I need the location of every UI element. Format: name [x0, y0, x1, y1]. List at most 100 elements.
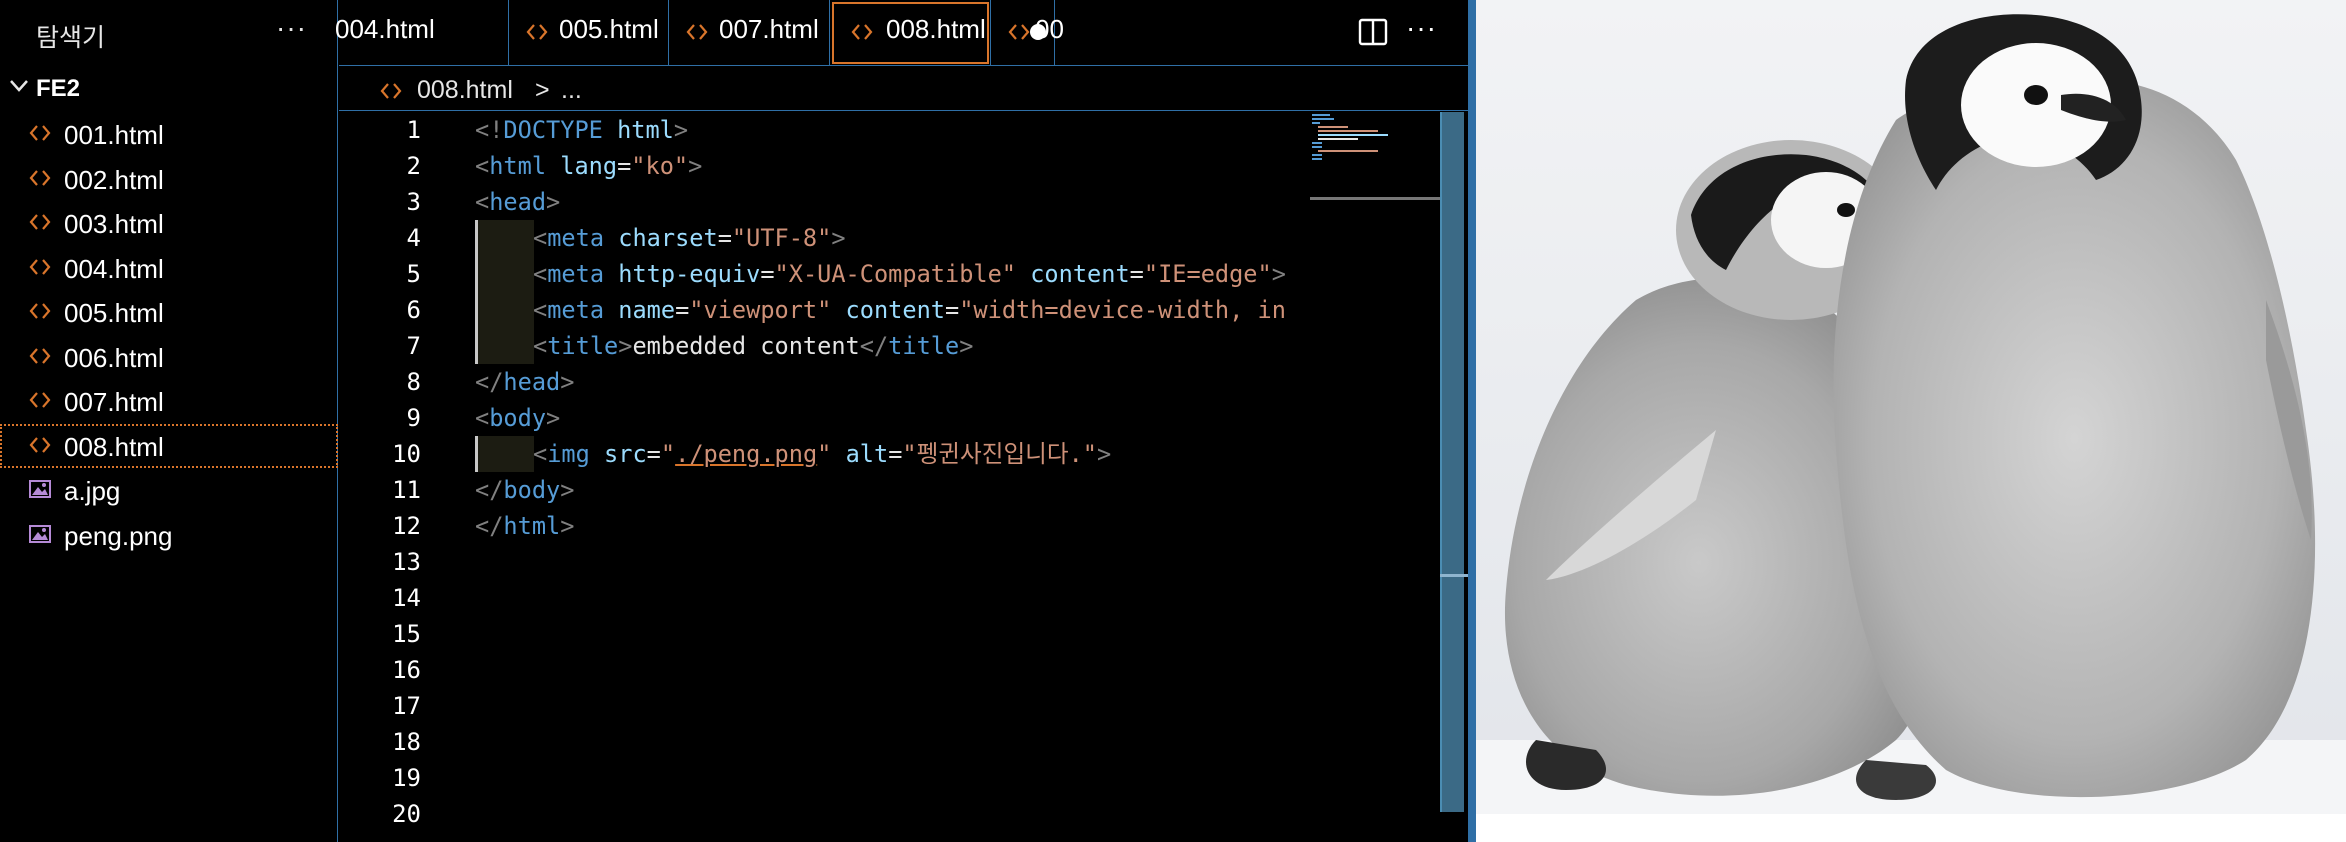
code-token: "IE=edge"	[1143, 260, 1272, 288]
code-line-10: <img src="./peng.png" alt="펭귄사진입니다.">	[533, 436, 1111, 472]
code-token: "ko"	[631, 152, 689, 180]
tab-label: 004.html	[335, 14, 435, 44]
code-file-link[interactable]: ./peng.png	[675, 440, 817, 468]
code-line-12: </html>	[475, 508, 574, 544]
file-item-005-html[interactable]: 005.html	[0, 290, 338, 335]
breadcrumb-file[interactable]: 008.html	[417, 76, 513, 105]
code-token: body	[489, 404, 547, 432]
file-item-003-html[interactable]: 003.html	[0, 201, 338, 246]
code-token: html	[602, 116, 674, 144]
code-line-3: <head>	[475, 184, 560, 220]
code-line-2: <html lang="ko">	[475, 148, 702, 184]
code-token: <	[533, 440, 548, 468]
code-token: >	[560, 368, 575, 396]
file-item-004-html[interactable]: 004.html	[0, 246, 338, 291]
code-token: </	[475, 368, 504, 396]
image-file-icon	[29, 524, 51, 543]
code-token: src	[589, 440, 647, 468]
code-token: >	[546, 188, 561, 216]
code-token: "펭귄사진입니다."	[902, 440, 1097, 468]
html-file-icon	[29, 125, 51, 141]
html-file-icon	[29, 392, 51, 408]
code-token: DOCTYPE	[503, 116, 603, 144]
code-token: <	[533, 224, 548, 252]
ellipsis-icon[interactable]: ···	[276, 12, 307, 44]
ellipsis-icon[interactable]: ···	[1406, 12, 1437, 44]
code-token: img	[547, 440, 590, 468]
indent-guide	[475, 220, 478, 364]
tab-004-html[interactable]: 004.html	[335, 0, 509, 66]
tab-008-html[interactable]: 008.html	[830, 0, 1046, 66]
folder-fe2[interactable]: FE2	[0, 70, 338, 110]
file-name: 007.html	[64, 387, 164, 417]
html-file-icon	[526, 24, 548, 40]
explorer-sidebar: 탐색기 ··· FE2 001.html 002.html 003.html 004.…	[0, 0, 338, 842]
code-token: >	[1096, 440, 1112, 468]
file-item-002-html[interactable]: 002.html	[0, 157, 338, 202]
code-token: <	[533, 260, 548, 288]
file-list: 001.html 002.html 003.html 004.html 005.html…	[0, 112, 338, 557]
breadcrumb-symbols[interactable]: ...	[561, 76, 582, 105]
code-line-1: <!DOCTYPE html>	[475, 112, 688, 148]
code-token: embedded content	[632, 332, 860, 360]
code-line-4: <meta charset="UTF-8">	[533, 220, 846, 256]
code-line-6: <meta name="viewport" content="width=dev…	[533, 292, 1286, 328]
image-file-icon	[29, 480, 51, 498]
scrollbar-thumb[interactable]	[1440, 112, 1464, 812]
code-token: "X-UA-Compatible"	[774, 260, 1017, 288]
code-token: "	[660, 440, 676, 468]
tab-00-html[interactable]: 00	[991, 0, 1064, 66]
code-token: charset	[604, 224, 718, 252]
code-token: >	[618, 332, 633, 360]
file-name: 002.html	[64, 164, 164, 195]
code-token: =	[675, 296, 690, 324]
line-number: 13	[392, 548, 421, 576]
line-number: 4	[406, 224, 421, 252]
minimap-slider[interactable]	[1310, 197, 1440, 200]
code-token: >	[959, 332, 974, 360]
explorer-header: 탐색기 ···	[0, 0, 338, 64]
code-token: <	[533, 332, 548, 360]
code-token: >	[688, 152, 703, 180]
code-token: =	[1129, 260, 1144, 288]
code-token: body	[503, 476, 561, 504]
tab-007-html[interactable]: 007.html	[669, 0, 830, 66]
penguin-image	[1476, 0, 2346, 814]
code-token: =	[944, 296, 960, 324]
line-number: 9	[406, 404, 421, 432]
file-item-peng-png[interactable]: peng.png	[0, 513, 338, 558]
indent-guide	[475, 436, 478, 472]
line-number-gutter: 1 2 3 4 5 6 7 8 9 10 11 12 13 14 15 16 17 18 19 20	[339, 112, 429, 842]
file-item-a-jpg[interactable]: a.jpg	[0, 468, 338, 513]
code-token: <	[475, 404, 490, 432]
code-token: >	[560, 512, 575, 540]
minimap-preview	[1312, 114, 1388, 160]
code-token: alt	[831, 440, 889, 468]
file-item-008-html[interactable]: 008.html	[0, 423, 338, 468]
code-token: <	[475, 188, 490, 216]
code-token: >	[1271, 260, 1286, 288]
vertical-scrollbar[interactable]	[1440, 112, 1468, 842]
file-item-001-html[interactable]: 001.html	[0, 112, 338, 157]
tab-005-html[interactable]: 005.html	[509, 0, 669, 66]
code-token: lang	[546, 152, 618, 180]
tab-label: 005.html	[559, 14, 659, 44]
folder-name: FE2	[36, 75, 81, 102]
split-editor-icon[interactable]	[1358, 18, 1388, 46]
code-token: meta	[547, 260, 605, 288]
explorer-title: 탐색기	[36, 24, 106, 52]
minimap[interactable]	[1310, 112, 1440, 842]
line-number: 6	[406, 296, 421, 324]
file-name: 004.html	[64, 253, 164, 284]
code-token: head	[489, 188, 547, 216]
breadcrumb-separator: >	[535, 76, 550, 104]
code-token: <!	[475, 116, 504, 144]
code-text-area[interactable]: <!DOCTYPE html> <html lang="ko"> <head> …	[475, 112, 1310, 842]
file-name: 006.html	[64, 342, 164, 373]
tab-label: 00	[1035, 14, 1064, 44]
file-item-007-html[interactable]: 007.html	[0, 379, 338, 424]
file-item-006-html[interactable]: 006.html	[0, 335, 338, 380]
panel-divider[interactable]	[1468, 0, 1476, 842]
code-editor-window: 탐색기 ··· FE2 001.html 002.html 003.html 004.…	[0, 0, 1468, 842]
code-token: head	[503, 368, 561, 396]
